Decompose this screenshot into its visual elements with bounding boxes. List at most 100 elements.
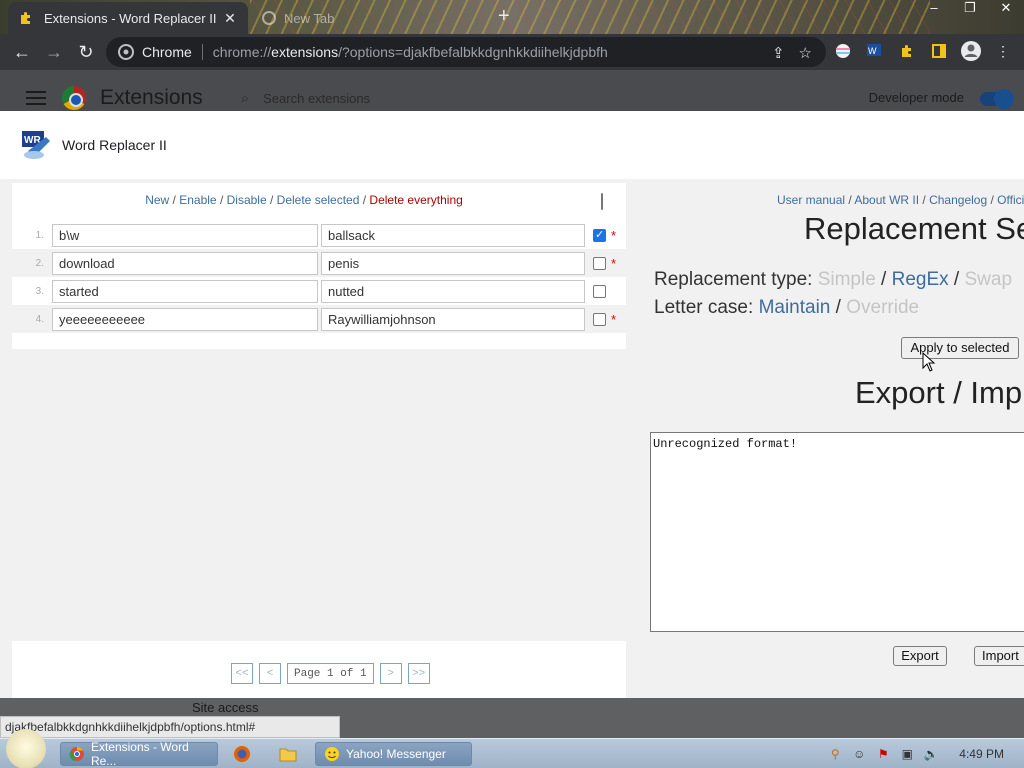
rule-checkbox[interactable] <box>593 312 606 326</box>
back-arrow-icon[interactable]: ← <box>6 36 38 68</box>
smiley-tray-icon[interactable]: ☺ <box>851 746 867 762</box>
puzzle-icon[interactable] <box>896 40 918 62</box>
firefox-icon[interactable] <box>232 744 252 764</box>
page-indicator: Page 1 of 1 <box>287 663 374 684</box>
new-rule-link[interactable]: New <box>145 193 169 207</box>
maximize-icon[interactable]: ❐ <box>952 0 988 18</box>
rule-checkbox[interactable] <box>593 228 606 242</box>
search-icon: ⌕ <box>240 89 250 107</box>
omnibox-actions: ⇪ ☆ <box>772 44 812 62</box>
kebab-menu-icon[interactable]: ⋮ <box>992 40 1014 62</box>
tab-title: Extensions - Word Replacer II <box>44 10 217 26</box>
minimize-icon[interactable]: – <box>916 0 952 18</box>
rule-number: 4. <box>35 313 44 325</box>
security-tray-icon[interactable]: ⚑ <box>875 746 891 762</box>
start-button[interactable] <box>6 729 46 768</box>
chrome-site-icon <box>118 44 134 60</box>
task-yahoo-messenger[interactable]: Yahoo! Messenger <box>315 742 472 766</box>
share-icon[interactable]: ⇪ <box>772 44 785 62</box>
word-replacer-extension-icon[interactable]: W <box>864 40 886 62</box>
sidepanel-icon[interactable] <box>928 40 950 62</box>
folder-icon[interactable] <box>278 744 298 764</box>
maintain-option[interactable]: Maintain <box>759 297 831 318</box>
search-tray-icon[interactable]: ⚲ <box>827 746 843 762</box>
select-all-checkbox[interactable] <box>601 193 603 210</box>
developer-mode-label: Developer mode <box>868 90 964 105</box>
delete-everything-link[interactable]: Delete everything <box>369 193 462 207</box>
next-page-button[interactable]: > <box>379 663 402 684</box>
omnibox-separator <box>201 44 203 60</box>
close-icon[interactable]: ✕ <box>222 10 238 26</box>
rule-row: 2. download penis * <box>12 249 626 277</box>
replace-input[interactable]: penis <box>321 251 585 275</box>
window-controls: – ❐ ✕ <box>916 0 1024 18</box>
regex-star-marker: * <box>611 227 617 243</box>
tab-new-tab[interactable]: New Tab <box>258 4 478 32</box>
user-manual-link[interactable]: User manual <box>777 193 845 207</box>
svg-text:W: W <box>868 46 877 56</box>
word-replacer-logo: WR <box>22 131 50 159</box>
prev-page-button[interactable]: < <box>259 663 281 684</box>
rule-checkbox[interactable] <box>593 256 606 270</box>
delete-selected-link[interactable]: Delete selected <box>277 193 360 207</box>
search-input[interactable]: Search extensions <box>263 91 370 106</box>
swap-option[interactable]: Swap <box>965 269 1013 290</box>
find-input[interactable]: download <box>52 251 318 275</box>
taskbar: Extensions - Word Re... Yahoo! Messenger… <box>0 729 1024 768</box>
regex-star-marker: * <box>611 255 617 271</box>
page-title: Extensions <box>100 86 203 109</box>
task-chrome[interactable]: Extensions - Word Re... <box>60 740 218 768</box>
import-button[interactable]: Import <box>974 646 1024 666</box>
rule-row: 4. yeeeeeeeeeee Raywilliamjohnson * <box>12 305 626 333</box>
tab-title: New Tab <box>284 10 335 26</box>
mouse-pointer-icon <box>922 352 936 372</box>
chrome-icon <box>69 747 84 761</box>
find-input[interactable]: b\w <box>52 223 318 247</box>
apply-to-selected-button[interactable]: Apply to selected <box>901 337 1019 359</box>
dialog-header: WR Word Replacer II <box>0 111 1024 179</box>
find-input[interactable]: started <box>52 279 318 303</box>
reload-icon[interactable]: ↻ <box>70 36 102 68</box>
volume-icon[interactable]: 🔈 <box>923 746 939 762</box>
star-bookmark-icon[interactable]: ☆ <box>799 44 812 62</box>
replacement-type-line: Replacement type: Simple / RegEx / Swap <box>654 269 1013 290</box>
globe-icon <box>262 11 276 25</box>
extension-icons: W ⋮ <box>832 40 1014 62</box>
replace-input[interactable]: nutted <box>321 279 585 303</box>
regex-option[interactable]: RegEx <box>892 269 949 290</box>
hamburger-menu-icon[interactable] <box>26 87 46 109</box>
export-textarea[interactable]: Unrecognized format! <box>650 432 1024 632</box>
rules-panel: New / Enable / Disable / Delete selected… <box>12 183 626 349</box>
flag-extension-icon[interactable] <box>832 40 854 62</box>
changelog-link[interactable]: Changelog <box>929 193 987 207</box>
find-input[interactable]: yeeeeeeeeeee <box>52 307 318 331</box>
enable-link[interactable]: Enable <box>179 193 216 207</box>
last-page-button[interactable]: >> <box>407 663 430 684</box>
omnibox-chip: Chrome <box>142 44 192 60</box>
official-link[interactable]: Offici <box>997 193 1024 207</box>
close-window-icon[interactable]: ✕ <box>988 0 1024 18</box>
replace-input[interactable]: ballsack <box>321 223 585 247</box>
address-bar[interactable]: Chrome chrome://extensions/?options=djak… <box>106 37 826 67</box>
letter-case-line: Letter case: Maintain / Override <box>654 297 920 318</box>
about-link[interactable]: About WR II <box>854 193 919 207</box>
rule-row: 3. started nutted <box>12 277 626 305</box>
new-tab-plus-icon[interactable]: + <box>498 6 510 26</box>
replace-input[interactable]: Raywilliamjohnson <box>321 307 585 331</box>
system-tray: ⚲ ☺ ⚑ ▣ 🔈 4:49 PM <box>827 739 1024 768</box>
rule-checkbox[interactable] <box>593 284 606 298</box>
rule-number: 1. <box>35 229 44 241</box>
export-button[interactable]: Export <box>893 646 947 666</box>
first-page-button[interactable]: << <box>231 663 253 684</box>
tab-extensions[interactable]: Extensions - Word Replacer II ✕ <box>8 2 248 34</box>
pager-panel: << < Page 1 of 1 > >> <box>12 641 626 698</box>
clock: 4:49 PM <box>959 747 1004 761</box>
simple-option[interactable]: Simple <box>818 269 876 290</box>
forward-arrow-icon[interactable]: → <box>38 36 70 68</box>
override-option[interactable]: Override <box>846 297 919 318</box>
disable-link[interactable]: Disable <box>227 193 267 207</box>
developer-mode-toggle[interactable] <box>980 89 1014 109</box>
profile-avatar-icon[interactable] <box>960 40 982 62</box>
network-tray-icon[interactable]: ▣ <box>899 746 915 762</box>
replacement-settings-heading: Replacement Se <box>804 211 1024 246</box>
